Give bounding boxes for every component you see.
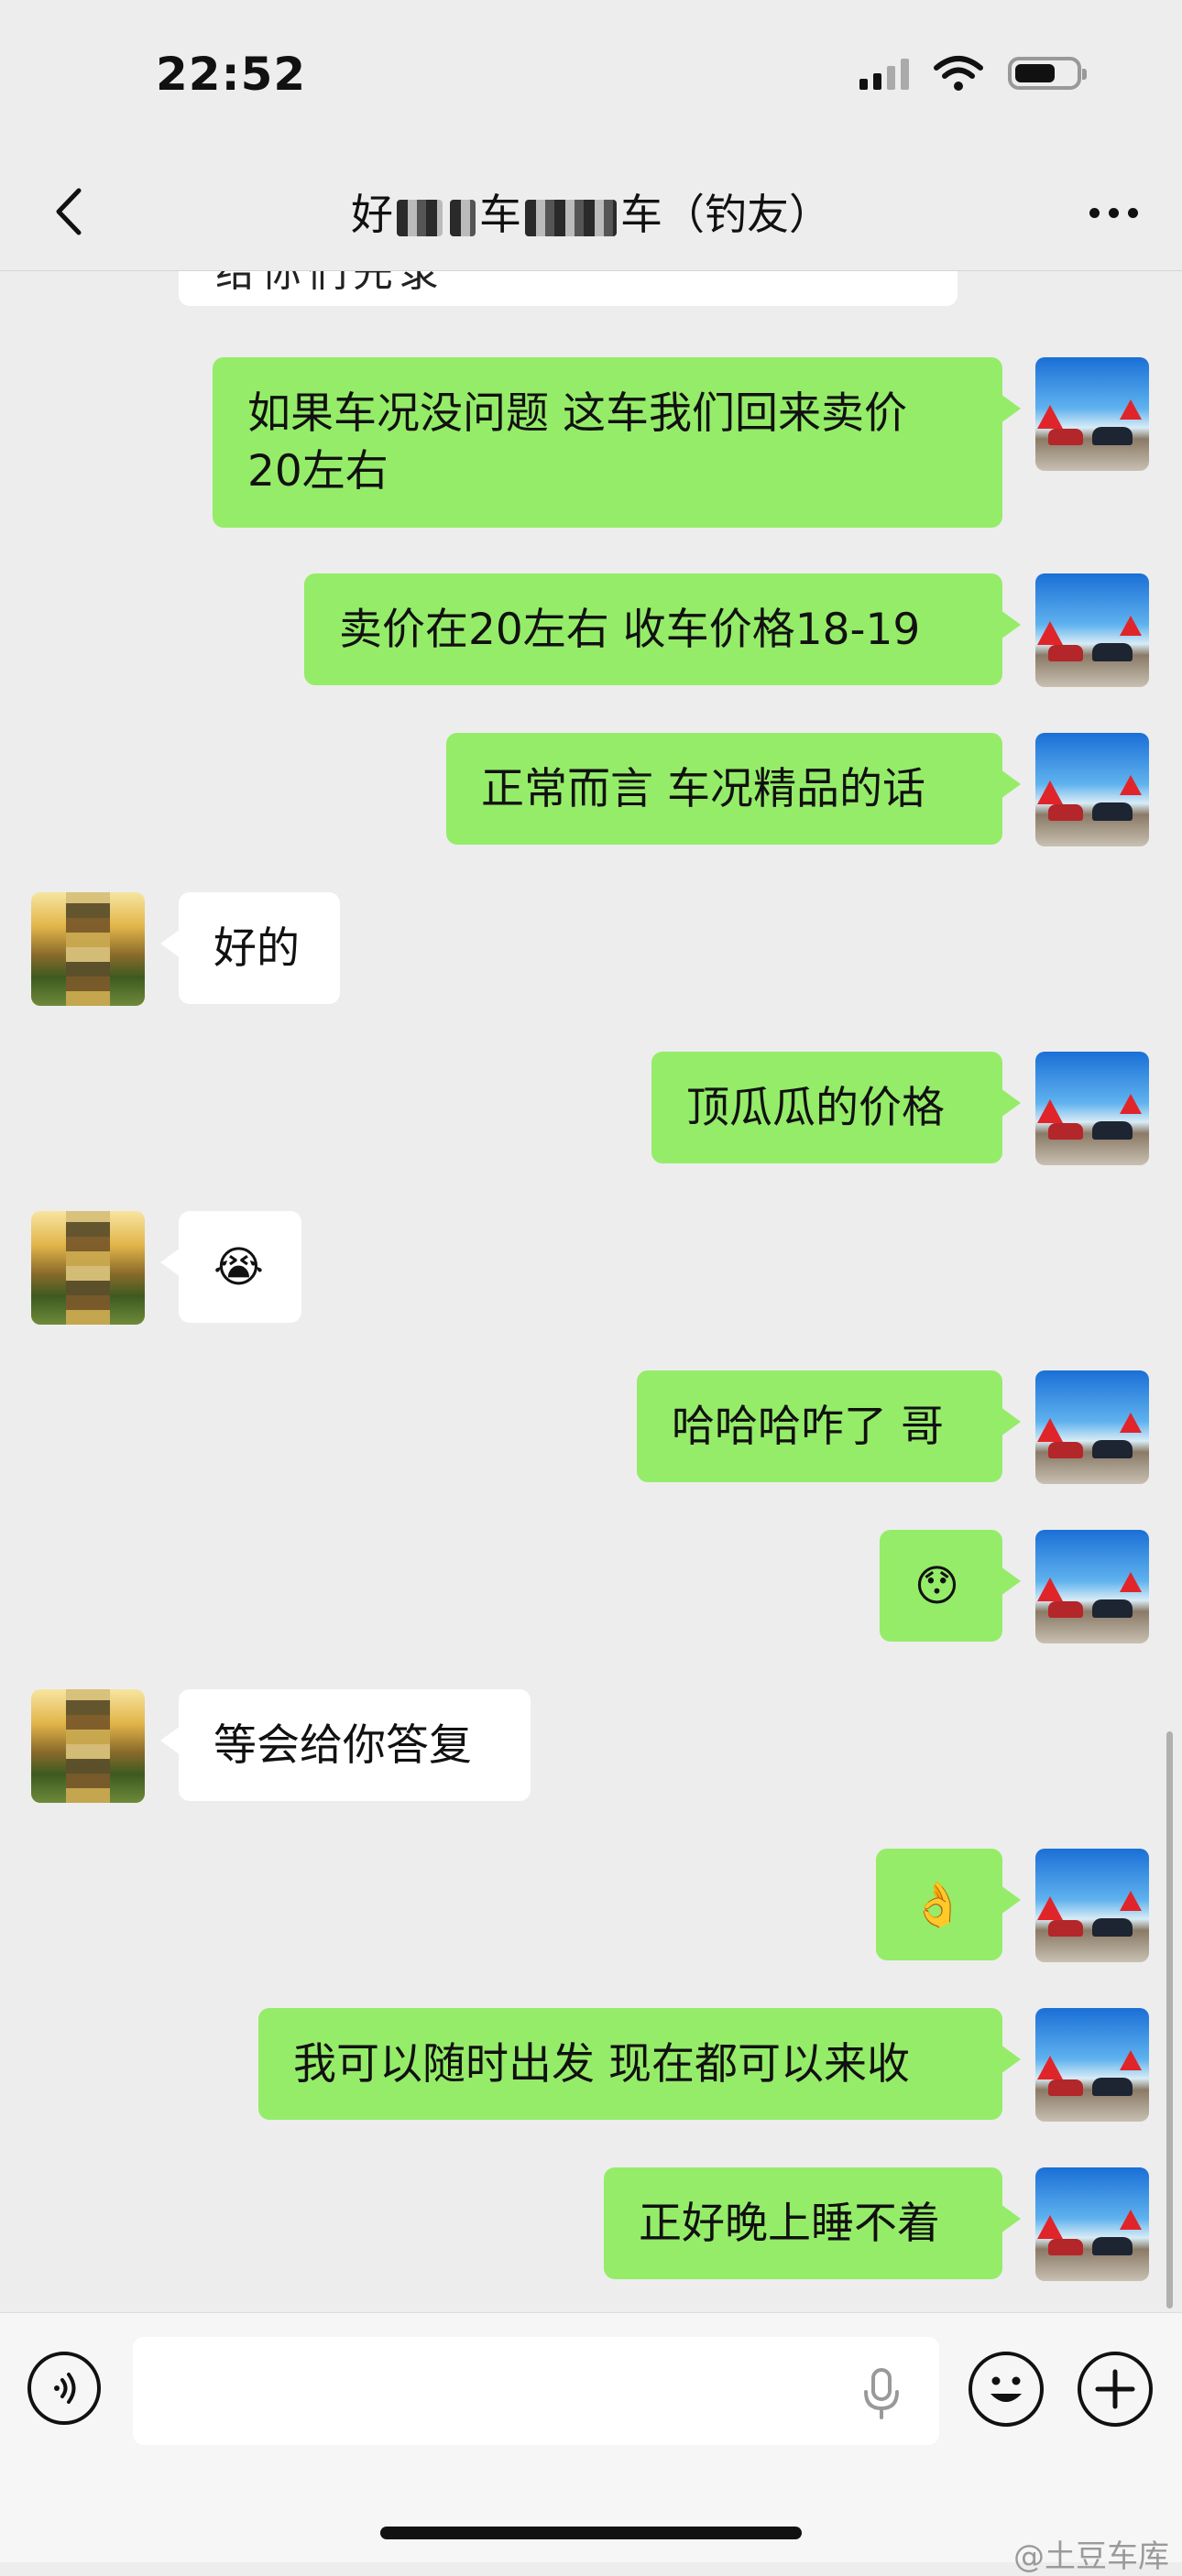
avatar[interactable] <box>1035 1530 1149 1643</box>
watermark: @土豆车库 <box>1013 2538 1169 2575</box>
message-row-sent: 卖价在20左右 收车价格18-19 <box>0 573 1182 687</box>
avatar[interactable] <box>1035 1849 1149 1962</box>
avatar[interactable] <box>1035 573 1149 687</box>
home-indicator[interactable] <box>380 2527 802 2539</box>
message-text: 我可以随时出发 现在都可以来收 <box>293 2039 910 2090</box>
message-input[interactable] <box>133 2337 939 2445</box>
message-bubble-partial: 给你们先录 <box>179 271 958 306</box>
wifi-icon <box>934 56 983 91</box>
message-bubble[interactable]: 哈哈哈咋了 哥 <box>637 1370 1021 1482</box>
message-row-sent: 哈哈哈咋了 哥 <box>0 1370 1182 1484</box>
message-bubble[interactable]: 👌 <box>876 1849 1021 1960</box>
scrollbar[interactable] <box>1166 1731 1173 2309</box>
title-redacted <box>397 199 443 236</box>
message-row-sent: 正常而言 车况精品的话 <box>0 733 1182 846</box>
message-row-sent: 👌 <box>0 1849 1182 1962</box>
message-row-received: 等会给你答复 <box>0 1689 1182 1803</box>
plus-icon[interactable] <box>1078 2352 1153 2427</box>
message-text: 👌 <box>911 1880 965 1930</box>
title-redacted <box>525 199 617 236</box>
message-text: 如果车况没问题 这车我们回来卖价 <box>247 388 907 439</box>
message-row-received: 好的 <box>0 892 1182 1006</box>
message-bubble[interactable]: 如果车况没问题 这车我们回来卖价 20左右 <box>213 357 1021 528</box>
avatar[interactable] <box>1035 1052 1149 1165</box>
battery-icon <box>1008 57 1087 90</box>
avatar[interactable] <box>1035 2167 1149 2281</box>
message-text: 正好晚上睡不着 <box>639 2199 940 2249</box>
message-row-sent: 😯 <box>0 1530 1182 1643</box>
message-text: 😯 <box>914 1561 959 1611</box>
chat-header: 好车车（钓友） <box>0 156 1182 271</box>
message-bubble[interactable]: 😯 <box>880 1530 1021 1642</box>
message-row-sent: 我可以随时出发 现在都可以来收 <box>0 2008 1182 2122</box>
avatar[interactable] <box>1035 357 1149 471</box>
message-row-sent: 正好晚上睡不着 <box>0 2167 1182 2281</box>
message-bubble[interactable]: 正常而言 车况精品的话 <box>446 733 1021 845</box>
message-bubble[interactable]: 我可以随时出发 现在都可以来收 <box>258 2008 1021 2120</box>
signal-icon <box>859 57 909 90</box>
title-suffix: （钓友） <box>662 190 831 239</box>
message-text: 卖价在20左右 收车价格18-19 <box>339 605 921 655</box>
avatar[interactable] <box>31 1211 145 1325</box>
message-bubble[interactable]: 顶瓜瓜的价格 <box>651 1052 1021 1163</box>
status-time: 22:52 <box>156 48 307 101</box>
voice-icon[interactable] <box>27 2352 101 2425</box>
avatar[interactable] <box>31 892 145 1006</box>
message-bubble[interactable]: 😭 <box>160 1211 301 1323</box>
message-text: 顶瓜瓜的价格 <box>686 1083 945 1133</box>
message-bubble[interactable]: 卖价在20左右 收车价格18-19 <box>304 573 1021 685</box>
chat-area[interactable]: 给你们先录 如果车况没问题 这车我们回来卖价 20左右卖价在20左右 收车价格18… <box>0 271 1182 2312</box>
title-char: 车 <box>620 190 662 239</box>
smile-icon[interactable] <box>969 2352 1044 2427</box>
title-char: 好 <box>351 190 393 239</box>
message-text: 等会给你答复 <box>213 1720 472 1771</box>
message-row-received: 😭 <box>0 1211 1182 1325</box>
avatar[interactable] <box>1035 733 1149 846</box>
message-text: 给你们先录 <box>215 271 444 296</box>
title-char: 车 <box>479 190 521 239</box>
message-text: 正常而言 车况精品的话 <box>481 764 925 814</box>
status-bar: 22:52 <box>0 0 1182 156</box>
message-row-sent: 如果车况没问题 这车我们回来卖价 20左右 <box>0 357 1182 528</box>
message-text: 😭 <box>213 1242 264 1293</box>
avatar[interactable] <box>1035 1370 1149 1484</box>
message-bubble[interactable]: 好的 <box>160 892 340 1004</box>
avatar[interactable] <box>1035 2008 1149 2122</box>
chat-title: 好车车（钓友） <box>0 181 1182 242</box>
message-row-sent: 顶瓜瓜的价格 <box>0 1052 1182 1165</box>
message-text: 20左右 <box>247 446 389 497</box>
message-bubble[interactable]: 等会给你答复 <box>160 1689 531 1801</box>
input-bar: @土豆车库 <box>0 2312 1182 2575</box>
message-text: 好的 <box>213 923 300 974</box>
more-dots-icon[interactable] <box>1081 183 1145 242</box>
message-bubble[interactable]: 正好晚上睡不着 <box>604 2167 1021 2279</box>
status-icons <box>859 55 1087 92</box>
mic-icon[interactable] <box>860 2368 903 2419</box>
title-redacted <box>450 199 476 236</box>
message-text: 哈哈哈咋了 哥 <box>672 1402 944 1452</box>
avatar[interactable] <box>31 1689 145 1803</box>
